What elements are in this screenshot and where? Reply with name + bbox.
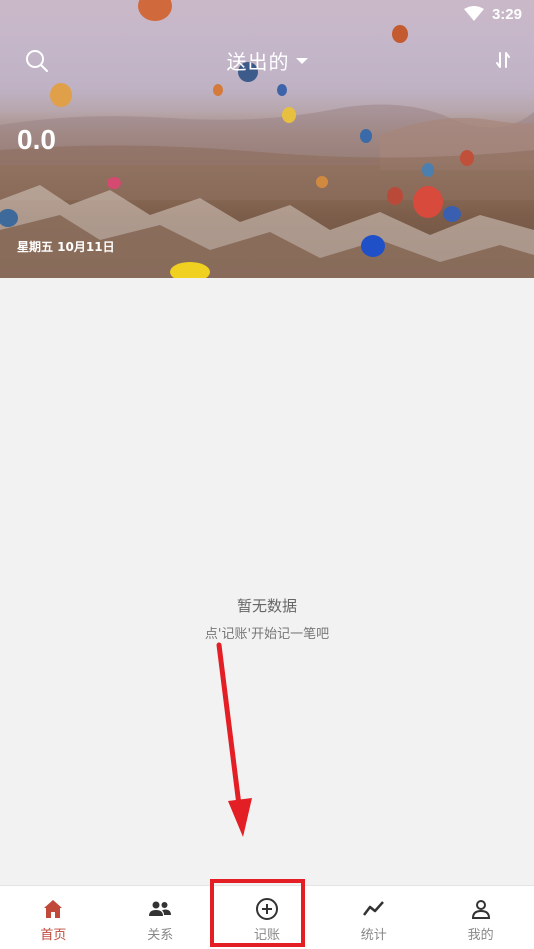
nav-label-relations: 关系 xyxy=(147,928,174,943)
nav-item-home[interactable]: 首页 xyxy=(0,886,107,949)
empty-state-title: 暂无数据 xyxy=(236,597,297,615)
home-icon xyxy=(44,900,63,918)
balance-amount: 0.0 xyxy=(17,124,56,155)
page-title: 送出的 xyxy=(226,49,290,74)
status-time: 3:29 xyxy=(491,5,522,23)
people-icon xyxy=(149,901,172,916)
sort-icon[interactable] xyxy=(492,49,514,71)
date-label: 星期五 10月11日 xyxy=(17,240,115,254)
nav-item-relations[interactable]: 关系 xyxy=(107,886,214,949)
nav-label-profile: 我的 xyxy=(467,928,494,943)
category-selector[interactable]: 送出的 xyxy=(227,46,308,75)
profile-icon xyxy=(471,900,490,919)
header-banner: 3:29 送出的 0.0 星期五 10月11日 xyxy=(0,0,534,278)
nav-label-stats: 统计 xyxy=(360,928,387,943)
search-icon[interactable] xyxy=(24,48,50,74)
top-toolbar: 送出的 xyxy=(0,40,534,80)
nav-item-profile[interactable]: 我的 xyxy=(427,886,534,949)
caret-down-icon xyxy=(295,58,308,64)
annotation-highlight-box xyxy=(210,879,305,947)
nav-item-stats[interactable]: 统计 xyxy=(320,886,427,949)
nav-label-home: 首页 xyxy=(40,928,67,943)
status-bar: 3:29 xyxy=(0,0,534,28)
annotation-arrow xyxy=(216,642,252,837)
stats-icon xyxy=(362,901,384,916)
wifi-icon xyxy=(463,6,484,21)
